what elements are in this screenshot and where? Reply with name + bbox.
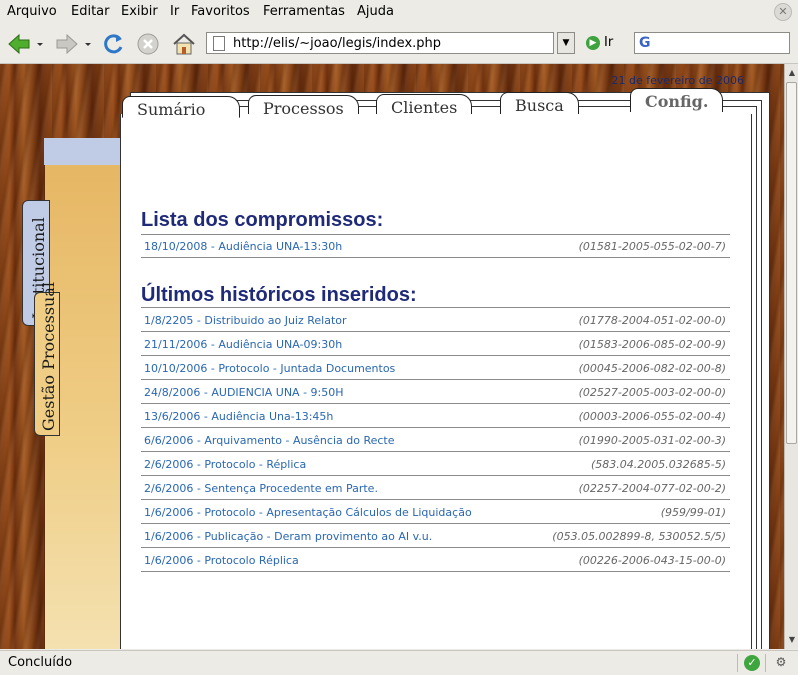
- historico-link[interactable]: 10/10/2006 - Protocolo - Juntada Documen…: [144, 362, 395, 375]
- process-number: (01778-2004-051-02-00-0): [578, 314, 726, 327]
- historico-row[interactable]: 1/6/2006 - Publicação - Deram provimento…: [141, 524, 730, 548]
- historico-link[interactable]: 21/11/2006 - Audiência UNA-09:30h: [144, 338, 342, 351]
- menu-exibir[interactable]: Exibir: [121, 4, 158, 19]
- menu-arquivo[interactable]: Arquivo: [7, 4, 57, 19]
- chevron-down-icon: ▼: [562, 38, 570, 48]
- historicos-title: Últimos históricos inseridos:: [141, 284, 417, 306]
- reload-button[interactable]: [100, 31, 126, 57]
- current-date: 21 de fevereiro de 2006: [611, 74, 744, 87]
- process-number: (02257-2004-077-02-00-2): [578, 482, 726, 495]
- address-url: http://elis/~joao/legis/index.php: [233, 36, 442, 51]
- historico-link[interactable]: 24/8/2006 - AUDIENCIA UNA - 9:50H: [144, 386, 344, 399]
- process-number: (01990-2005-031-02-00-3): [578, 434, 726, 447]
- compromissos-title: Lista dos compromissos:: [141, 209, 384, 231]
- scroll-down-arrow-icon[interactable]: ▼: [786, 633, 798, 647]
- tab-busca[interactable]: Busca: [500, 92, 579, 116]
- side-tab-gestao-label: Gestão Processual: [39, 281, 58, 431]
- process-number: (583.04.2005.032685-5): [590, 458, 726, 471]
- back-history-dropdown[interactable]: [34, 31, 46, 57]
- historico-link[interactable]: 2/6/2006 - Sentença Procedente em Parte.: [144, 482, 378, 495]
- chevron-down-icon: [85, 43, 91, 46]
- status-bar: Concluído ✓ ⚙: [0, 650, 798, 675]
- back-arrow-icon: [8, 33, 30, 55]
- checkmark-icon: ✓: [744, 655, 760, 671]
- process-number: (02527-2005-003-02-00-0): [578, 386, 726, 399]
- divider: [765, 654, 766, 672]
- process-number: (01581-2005-055-02-00-7): [578, 240, 726, 253]
- historico-link[interactable]: 1/8/2205 - Distribuido ao Juiz Relator: [144, 314, 347, 327]
- tab-config[interactable]: Config.: [630, 88, 724, 112]
- historico-row[interactable]: 10/10/2006 - Protocolo - Juntada Documen…: [141, 356, 730, 380]
- window-close-icon[interactable]: ✕: [774, 3, 792, 21]
- search-box[interactable]: G: [634, 32, 790, 54]
- reload-icon: [104, 34, 123, 54]
- historico-row[interactable]: 13/6/2006 - Audiência Una-13:45h (00003-…: [141, 404, 730, 428]
- historico-link[interactable]: 2/6/2006 - Protocolo - Réplica: [144, 458, 306, 471]
- forward-button[interactable]: [54, 31, 80, 57]
- compromisso-row[interactable]: 18/10/2008 - Audiência UNA-13:30h (01581…: [141, 234, 730, 258]
- historico-row[interactable]: 1/8/2205 - Distribuido ao Juiz Relator (…: [141, 308, 730, 332]
- menu-ajuda[interactable]: Ajuda: [357, 4, 394, 19]
- home-button[interactable]: [171, 31, 197, 57]
- status-text: Concluído: [8, 655, 73, 670]
- scroll-up-arrow-icon[interactable]: ▲: [786, 66, 798, 80]
- historico-row[interactable]: 21/11/2006 - Audiência UNA-09:30h (01583…: [141, 332, 730, 356]
- process-number: (959/99-01): [660, 506, 726, 519]
- extension-icon[interactable]: ⚙: [772, 655, 790, 671]
- process-number: (00226-2006-043-15-00-0): [578, 554, 726, 567]
- go-label: Ir: [604, 35, 614, 50]
- historico-link[interactable]: 1/6/2006 - Protocolo Réplica: [144, 554, 299, 567]
- divider: [737, 654, 738, 672]
- back-button[interactable]: [6, 31, 32, 57]
- address-bar[interactable]: http://elis/~joao/legis/index.php: [206, 32, 554, 54]
- historico-row[interactable]: 6/6/2006 - Arquivamento - Ausência do Re…: [141, 428, 730, 452]
- historico-row[interactable]: 2/6/2006 - Protocolo - Réplica (583.04.2…: [141, 452, 730, 476]
- menu-ir[interactable]: Ir: [170, 4, 179, 19]
- historico-link[interactable]: 6/6/2006 - Arquivamento - Ausência do Re…: [144, 434, 395, 447]
- process-number: (00045-2006-082-02-00-8): [578, 362, 726, 375]
- historico-row[interactable]: 24/8/2006 - AUDIENCIA UNA - 9:50H (02527…: [141, 380, 730, 404]
- process-number: (00003-2006-055-02-00-4): [578, 410, 726, 423]
- historico-row[interactable]: 1/6/2006 - Protocolo - Apresentação Cálc…: [141, 500, 730, 524]
- navigation-toolbar: http://elis/~joao/legis/index.php ▼ ▶ Ir …: [0, 25, 798, 64]
- historico-row[interactable]: 2/6/2006 - Sentença Procedente em Parte.…: [141, 476, 730, 500]
- compromisso-link[interactable]: 18/10/2008 - Audiência UNA-13:30h: [144, 240, 342, 253]
- side-tab-gestao-processual[interactable]: Gestão Processual: [34, 282, 60, 436]
- menu-ferramentas[interactable]: Ferramentas: [263, 4, 345, 19]
- go-button[interactable]: ▶ Ir: [586, 35, 613, 50]
- forward-history-dropdown[interactable]: [82, 31, 94, 57]
- forward-arrow-icon: [56, 33, 78, 55]
- stop-button[interactable]: [135, 31, 161, 57]
- page-icon: [213, 36, 225, 51]
- menu-favoritos[interactable]: Favoritos: [191, 4, 250, 19]
- menu-editar[interactable]: Editar: [71, 4, 110, 19]
- stop-icon: [137, 33, 159, 55]
- go-arrow-icon: ▶: [586, 35, 600, 50]
- historico-link[interactable]: 1/6/2006 - Publicação - Deram provimento…: [144, 530, 432, 543]
- historico-link[interactable]: 13/6/2006 - Audiência Una-13:45h: [144, 410, 333, 423]
- menu-bar: Arquivo Editar Exibir Ir Favoritos Ferra…: [0, 0, 798, 24]
- process-number: (053.05.002899-8, 530052.5/5): [552, 530, 726, 543]
- address-dropdown[interactable]: ▼: [557, 32, 575, 54]
- home-icon: [173, 33, 195, 55]
- chevron-down-icon: [37, 43, 43, 46]
- historico-link[interactable]: 1/6/2006 - Protocolo - Apresentação Cálc…: [144, 506, 472, 519]
- historico-row[interactable]: 1/6/2006 - Protocolo Réplica (00226-2006…: [141, 548, 730, 572]
- tab-sumario[interactable]: Sumário: [122, 96, 240, 119]
- vertical-scrollbar[interactable]: ▲ ▼: [784, 64, 798, 649]
- google-search-icon: G: [639, 35, 651, 51]
- process-number: (01583-2006-085-02-00-9): [578, 338, 726, 351]
- scroll-thumb[interactable]: [786, 82, 797, 444]
